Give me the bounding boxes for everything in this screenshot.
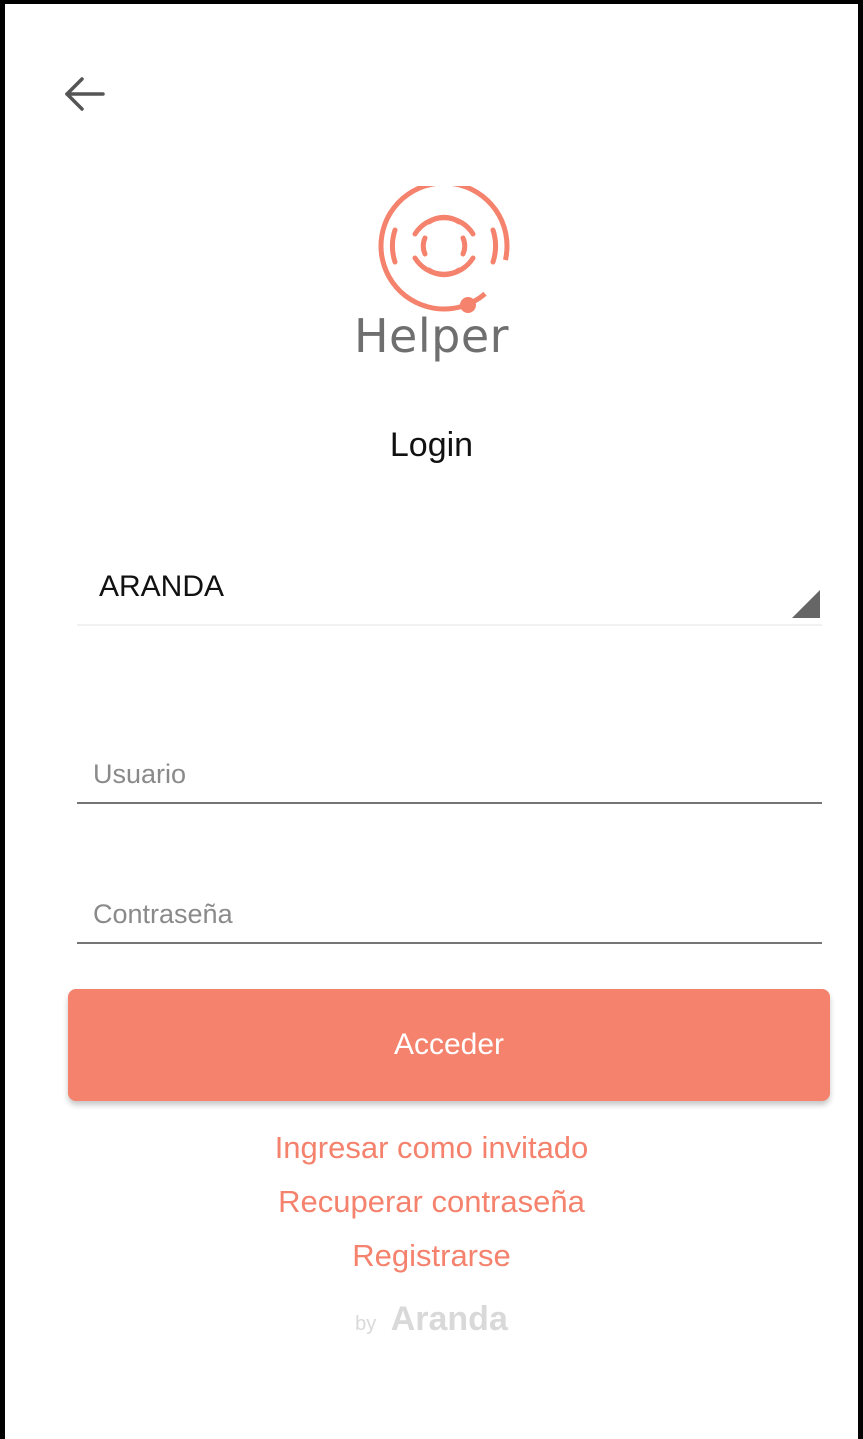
login-screen: Helper Login ARANDA Acceder Ingresar com… [0,0,863,1439]
arrow-left-icon [65,77,105,111]
recover-password-link[interactable]: Recuperar contraseña [5,1184,858,1220]
password-input[interactable] [77,886,822,944]
login-button[interactable]: Acceder [68,989,830,1101]
page-title: Login [389,426,474,464]
aranda-logo: Aranda [390,1300,508,1338]
helper-logo-icon [378,186,510,313]
username-input[interactable] [77,746,822,804]
brand-name: Helper [353,309,510,363]
company-select[interactable]: ARANDA [77,564,822,626]
company-select-value: ARANDA [99,570,225,603]
dropdown-triangle-icon [792,590,820,618]
register-link[interactable]: Registrarse [5,1238,858,1274]
footer-by-text: by [355,1313,377,1335]
footer-brand: by Aranda [5,1300,858,1339]
back-button[interactable] [57,66,113,122]
guest-login-link[interactable]: Ingresar como invitado [5,1130,858,1166]
